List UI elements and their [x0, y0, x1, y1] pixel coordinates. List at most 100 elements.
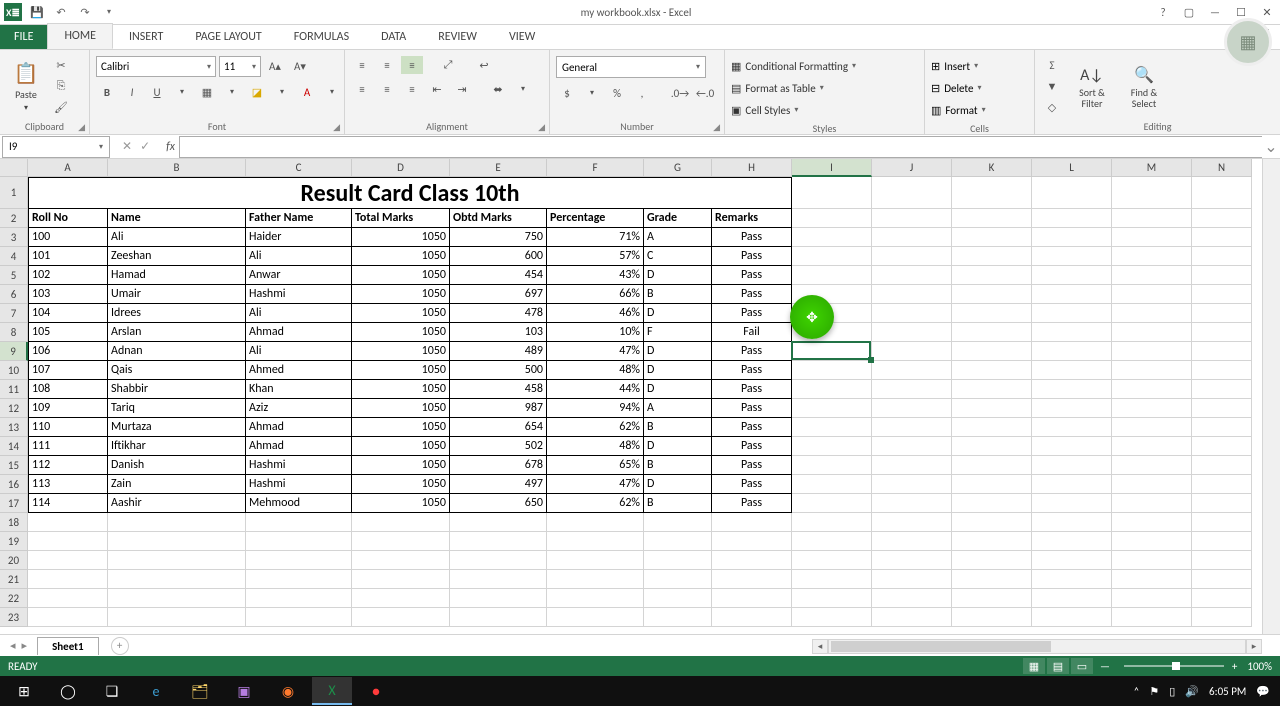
- accounting-format-icon[interactable]: $: [556, 84, 578, 102]
- data-cell[interactable]: 103: [450, 323, 547, 342]
- row-header[interactable]: 6: [0, 285, 28, 304]
- copy-icon[interactable]: ⎘: [50, 77, 72, 95]
- data-cell[interactable]: Pass: [712, 342, 792, 361]
- empty-cell[interactable]: [450, 608, 547, 627]
- tab-data[interactable]: DATA: [365, 25, 422, 49]
- empty-cell[interactable]: [1032, 475, 1112, 494]
- data-cell[interactable]: D: [644, 380, 712, 399]
- zoom-out-icon[interactable]: —: [1100, 660, 1110, 673]
- empty-cell[interactable]: [1032, 437, 1112, 456]
- data-cell[interactable]: 105: [28, 323, 108, 342]
- data-cell[interactable]: Pass: [712, 437, 792, 456]
- row-header[interactable]: 20: [0, 551, 28, 570]
- data-cell[interactable]: Aziz: [246, 399, 352, 418]
- qat-customize-icon[interactable]: ▾: [100, 3, 118, 21]
- sheet-tab[interactable]: Sheet1: [37, 637, 99, 655]
- borders-button[interactable]: ▦: [196, 83, 218, 101]
- data-cell[interactable]: 48%: [547, 437, 644, 456]
- empty-cell[interactable]: [1032, 551, 1112, 570]
- empty-cell[interactable]: [1112, 475, 1192, 494]
- empty-cell[interactable]: [1032, 323, 1112, 342]
- data-cell[interactable]: 1050: [352, 266, 450, 285]
- data-cell[interactable]: Arslan: [108, 323, 246, 342]
- empty-cell[interactable]: [952, 266, 1032, 285]
- font-size-select[interactable]: 11▾: [219, 56, 261, 77]
- empty-cell[interactable]: [712, 589, 792, 608]
- tray-volume-icon[interactable]: 🔊: [1185, 685, 1199, 698]
- data-cell[interactable]: 697: [450, 285, 547, 304]
- font-color-dropdown[interactable]: ▾: [321, 83, 343, 101]
- data-cell[interactable]: Remarks: [712, 209, 792, 228]
- data-cell[interactable]: Mehmood: [246, 494, 352, 513]
- empty-cell[interactable]: [1032, 513, 1112, 532]
- help-icon[interactable]: ?: [1154, 3, 1172, 21]
- empty-cell[interactable]: [246, 589, 352, 608]
- col-header[interactable]: F: [547, 159, 644, 177]
- row-header[interactable]: 13: [0, 418, 28, 437]
- data-cell[interactable]: 1050: [352, 399, 450, 418]
- empty-cell[interactable]: [1032, 285, 1112, 304]
- align-middle-icon[interactable]: ≡: [376, 56, 398, 74]
- empty-cell[interactable]: [792, 589, 872, 608]
- merge-dropdown[interactable]: ▾: [512, 80, 534, 98]
- data-cell[interactable]: 1050: [352, 475, 450, 494]
- horizontal-scrollbar[interactable]: ◂ ▸: [812, 635, 1262, 657]
- cell-styles-button[interactable]: ▣Cell Styles ▾: [731, 100, 856, 120]
- empty-cell[interactable]: [1192, 247, 1252, 266]
- col-header[interactable]: J: [872, 159, 952, 177]
- data-cell[interactable]: Roll No: [28, 209, 108, 228]
- empty-cell[interactable]: [547, 513, 644, 532]
- data-cell[interactable]: D: [644, 342, 712, 361]
- row-header[interactable]: 15: [0, 456, 28, 475]
- data-cell[interactable]: Zain: [108, 475, 246, 494]
- tab-insert[interactable]: INSERT: [113, 25, 179, 49]
- empty-cell[interactable]: [1192, 266, 1252, 285]
- empty-cell[interactable]: [712, 532, 792, 551]
- align-right-icon[interactable]: ≡: [401, 80, 423, 98]
- empty-cell[interactable]: [1192, 475, 1252, 494]
- empty-cell[interactable]: [352, 532, 450, 551]
- data-cell[interactable]: B: [644, 456, 712, 475]
- data-cell[interactable]: 71%: [547, 228, 644, 247]
- empty-cell[interactable]: [792, 437, 872, 456]
- data-cell[interactable]: A: [644, 228, 712, 247]
- data-cell[interactable]: 107: [28, 361, 108, 380]
- empty-cell[interactable]: [792, 342, 872, 361]
- empty-cell[interactable]: [28, 570, 108, 589]
- empty-cell[interactable]: [1112, 494, 1192, 513]
- empty-cell[interactable]: [1112, 456, 1192, 475]
- data-cell[interactable]: B: [644, 418, 712, 437]
- fill-icon[interactable]: ▼: [1041, 77, 1063, 95]
- empty-cell[interactable]: [952, 247, 1032, 266]
- data-cell[interactable]: Idrees: [108, 304, 246, 323]
- empty-cell[interactable]: [1032, 266, 1112, 285]
- empty-cell[interactable]: [952, 551, 1032, 570]
- empty-cell[interactable]: [108, 570, 246, 589]
- empty-cell[interactable]: [352, 608, 450, 627]
- empty-cell[interactable]: [28, 551, 108, 570]
- empty-cell[interactable]: [872, 456, 952, 475]
- data-cell[interactable]: Grade: [644, 209, 712, 228]
- empty-cell[interactable]: [792, 380, 872, 399]
- data-cell[interactable]: 500: [450, 361, 547, 380]
- data-cell[interactable]: Name: [108, 209, 246, 228]
- edge-icon[interactable]: e: [136, 677, 176, 705]
- alignment-launcher-icon[interactable]: ◢: [538, 122, 545, 133]
- empty-cell[interactable]: [108, 551, 246, 570]
- empty-cell[interactable]: [872, 532, 952, 551]
- inc-decimal-icon[interactable]: .0→: [669, 84, 691, 102]
- fill-color-dropdown[interactable]: ▾: [271, 83, 293, 101]
- format-painter-icon[interactable]: 🖌: [50, 98, 72, 116]
- empty-cell[interactable]: [1192, 456, 1252, 475]
- data-cell[interactable]: A: [644, 399, 712, 418]
- empty-cell[interactable]: [644, 608, 712, 627]
- data-cell[interactable]: 103: [28, 285, 108, 304]
- row-header[interactable]: 8: [0, 323, 28, 342]
- empty-cell[interactable]: [28, 513, 108, 532]
- data-cell[interactable]: 489: [450, 342, 547, 361]
- data-cell[interactable]: 1050: [352, 304, 450, 323]
- data-cell[interactable]: C: [644, 247, 712, 266]
- clear-icon[interactable]: ◇: [1041, 98, 1063, 116]
- empty-cell[interactable]: [352, 589, 450, 608]
- close-icon[interactable]: ✕: [1258, 3, 1276, 21]
